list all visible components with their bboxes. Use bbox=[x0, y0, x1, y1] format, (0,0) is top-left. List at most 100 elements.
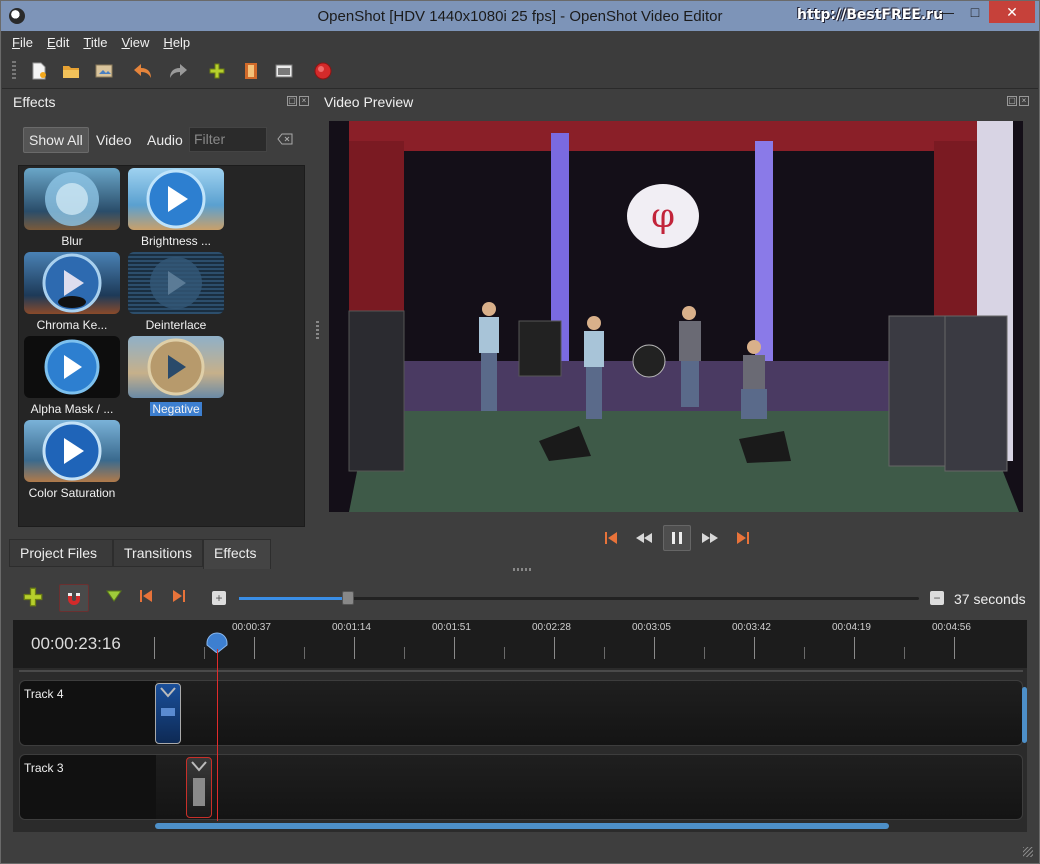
timeline-ruler[interactable] bbox=[13, 620, 1027, 668]
track-row[interactable]: Track 4 bbox=[19, 680, 1023, 746]
effects-filter-input[interactable]: Filter bbox=[189, 127, 267, 152]
effect-label: Brightness ... bbox=[140, 234, 212, 248]
fullscreen-button[interactable] bbox=[274, 61, 294, 81]
horizontal-splitter[interactable] bbox=[513, 568, 531, 571]
track-header[interactable]: Track 3 bbox=[20, 755, 156, 819]
maximize-button[interactable]: □ bbox=[961, 1, 989, 23]
effect-item-color-saturation[interactable]: Color Saturation bbox=[21, 418, 123, 500]
pause-button[interactable] bbox=[663, 525, 691, 551]
filter-show-all[interactable]: Show All bbox=[23, 127, 89, 153]
redo-button[interactable] bbox=[168, 61, 188, 81]
effect-label: Blur bbox=[61, 234, 83, 248]
menu-edit[interactable]: Edit bbox=[47, 35, 69, 50]
new-project-button[interactable] bbox=[29, 61, 49, 81]
ruler-tick-major bbox=[954, 637, 955, 659]
tab-effects[interactable]: Effects bbox=[203, 539, 271, 569]
ruler-tick-major bbox=[554, 637, 555, 659]
track-divider bbox=[19, 670, 1023, 672]
effect-item-blur[interactable]: Blur bbox=[21, 166, 123, 248]
rewind-button[interactable] bbox=[630, 525, 658, 551]
jump-end-button[interactable] bbox=[729, 525, 757, 551]
open-project-icon bbox=[63, 66, 79, 78]
clear-filter-icon[interactable] bbox=[277, 133, 293, 145]
timeline-horizontal-scrollbar[interactable] bbox=[155, 823, 889, 829]
effects-panel-title: Effects bbox=[13, 94, 56, 110]
ruler-label: 00:03:42 bbox=[732, 622, 771, 633]
import-files-icon bbox=[209, 63, 225, 79]
timeline-vertical-scrollbar[interactable] bbox=[1022, 687, 1027, 743]
close-dock-button[interactable]: × bbox=[299, 96, 309, 106]
add-marker-button[interactable] bbox=[106, 589, 124, 605]
marker-icon bbox=[106, 590, 122, 602]
ruler-label: 00:01:51 bbox=[432, 622, 471, 633]
negative-thumbnail bbox=[128, 336, 224, 398]
previous-marker-button[interactable] bbox=[138, 589, 156, 605]
profile-button[interactable] bbox=[241, 61, 261, 81]
effect-item-negative[interactable]: Negative bbox=[125, 334, 227, 416]
ruler-label: 00:04:19 bbox=[832, 622, 871, 633]
undo-button[interactable] bbox=[133, 61, 153, 81]
effects-list: Blur Brightness ... Chroma Ke... Deinter… bbox=[18, 165, 305, 527]
next-marker-button[interactable] bbox=[171, 589, 189, 605]
add-track-button[interactable] bbox=[23, 587, 45, 609]
effect-item-alpha-mask[interactable]: Alpha Mask / ... bbox=[21, 334, 123, 416]
snapping-toggle[interactable] bbox=[59, 584, 89, 612]
svg-text:φ: φ bbox=[651, 196, 675, 236]
effect-label: Deinterlace bbox=[145, 318, 207, 332]
preview-dock-buttons: ▢ × bbox=[1007, 96, 1029, 106]
profile-icon bbox=[245, 63, 257, 79]
import-files-button[interactable] bbox=[207, 61, 227, 81]
effect-label: Chroma Ke... bbox=[36, 318, 108, 332]
new-project-icon bbox=[32, 62, 46, 80]
concert-stage-image: φ bbox=[329, 121, 1023, 512]
effect-item-brightness[interactable]: Brightness ... bbox=[125, 166, 227, 248]
jump-start-button[interactable] bbox=[597, 525, 625, 551]
zoom-slider-handle[interactable] bbox=[342, 591, 354, 605]
tab-project-files[interactable]: Project Files bbox=[9, 539, 113, 567]
video-preview-frame[interactable]: φ bbox=[329, 121, 1023, 512]
zoom-slider-fill bbox=[239, 597, 348, 600]
filter-video[interactable]: Video bbox=[96, 127, 132, 153]
track-name: Track 3 bbox=[24, 761, 64, 775]
filter-audio[interactable]: Audio bbox=[147, 127, 183, 153]
menu-file[interactable]: File bbox=[12, 35, 33, 50]
track-header[interactable]: Track 4 bbox=[20, 681, 156, 745]
zoom-out-icon[interactable]: − bbox=[930, 591, 944, 605]
open-project-button[interactable] bbox=[61, 61, 81, 81]
track-row[interactable]: Track 3 bbox=[19, 754, 1023, 820]
fast-forward-button[interactable] bbox=[696, 525, 724, 551]
save-project-button[interactable] bbox=[94, 61, 114, 81]
menu-help[interactable]: Help bbox=[163, 35, 190, 50]
track-name: Track 4 bbox=[24, 687, 64, 701]
ruler-label: 00:02:28 bbox=[532, 622, 571, 633]
effect-item-chroma-key[interactable]: Chroma Ke... bbox=[21, 250, 123, 332]
vertical-splitter[interactable] bbox=[316, 321, 319, 339]
ruler-tick-minor bbox=[404, 647, 405, 659]
zoom-in-icon[interactable]: + bbox=[212, 591, 226, 605]
ruler-label: 00:00:37 bbox=[232, 622, 271, 633]
video-clip[interactable] bbox=[155, 683, 181, 744]
video-preview-title: Video Preview bbox=[324, 94, 414, 110]
menu-view[interactable]: View bbox=[121, 35, 149, 50]
tab-transitions[interactable]: Transitions bbox=[113, 539, 203, 567]
ruler-tick-minor bbox=[304, 647, 305, 659]
ruler-tick-major bbox=[354, 637, 355, 659]
export-video-button[interactable] bbox=[313, 61, 333, 81]
deinterlace-thumbnail bbox=[128, 252, 224, 314]
blur-thumbnail bbox=[24, 168, 120, 230]
float-dock-button[interactable]: ▢ bbox=[287, 96, 297, 106]
add-track-icon bbox=[23, 587, 43, 607]
main-toolbar bbox=[2, 53, 1038, 89]
menu-title[interactable]: Title bbox=[83, 35, 107, 50]
openshot-window: OpenShot [HDV 1440x1080i 25 fps] - OpenS… bbox=[0, 0, 1040, 864]
resize-grip[interactable] bbox=[1023, 847, 1033, 857]
close-button[interactable]: ✕ bbox=[989, 1, 1035, 23]
float-dock-button[interactable]: ▢ bbox=[1007, 96, 1017, 106]
previous-marker-icon bbox=[140, 590, 152, 602]
close-dock-button[interactable]: × bbox=[1019, 96, 1029, 106]
toolbar-grip[interactable] bbox=[12, 61, 16, 81]
minimize-button[interactable]: — bbox=[933, 1, 961, 23]
effect-item-deinterlace[interactable]: Deinterlace bbox=[125, 250, 227, 332]
video-clip[interactable] bbox=[186, 757, 212, 818]
effects-filter-row: Show All Video Audio Filter bbox=[19, 127, 299, 153]
